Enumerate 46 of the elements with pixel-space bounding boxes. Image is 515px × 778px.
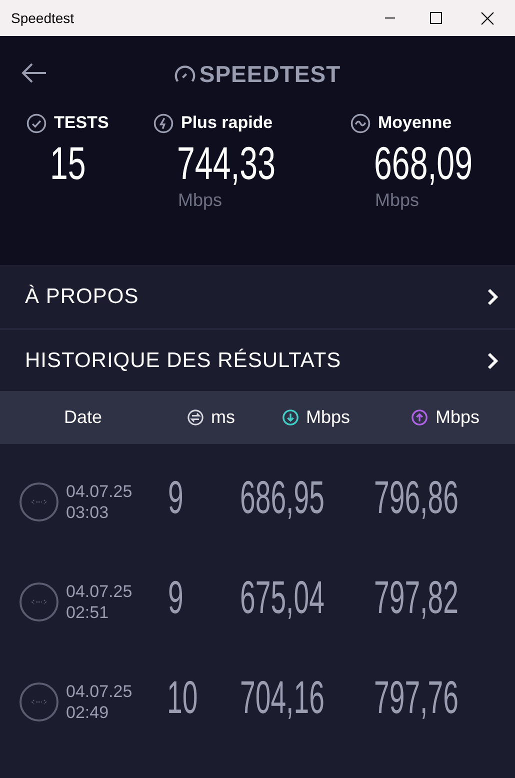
column-header: Mbps [435, 406, 480, 429]
ping-value: 9 [168, 574, 184, 620]
wave-circle-icon [350, 112, 371, 134]
close-icon [480, 12, 494, 24]
stat-value: 15 [50, 140, 87, 186]
download-value: 704,16 [240, 674, 321, 720]
result-date: 04.07.25 [66, 481, 132, 502]
check-circle-icon [26, 112, 47, 134]
chevron-right-icon [487, 352, 499, 370]
stat-unit: Mbps [375, 189, 420, 212]
logo-text: SPEEDTEST [199, 62, 341, 86]
result-row[interactable]: 04.07.25 02:51 9 675,04 797,82 [0, 574, 515, 674]
ping-icon [187, 409, 204, 426]
connection-icon [19, 482, 59, 522]
result-date: 04.07.25 [66, 681, 132, 702]
upload-icon [411, 409, 428, 426]
result-row[interactable]: 04.07.25 02:49 10 704,16 797,76 [0, 674, 515, 774]
stat-label: TESTS [54, 112, 109, 134]
stat-value: 668,09 [374, 140, 472, 186]
column-header: ms [211, 406, 235, 429]
result-time: 02:49 [66, 702, 110, 723]
download-icon [282, 409, 299, 426]
back-arrow-icon [21, 62, 47, 84]
result-time: 03:03 [66, 502, 110, 523]
ping-value: 9 [168, 474, 184, 520]
connection-icon [19, 582, 59, 622]
stat-unit: Mbps [178, 189, 224, 212]
upload-value: 797,76 [374, 674, 459, 720]
result-date: 04.07.25 [66, 581, 132, 602]
maximize-icon [430, 12, 442, 24]
stat-label: Plus rapide [181, 112, 273, 134]
upload-value: 796,86 [374, 474, 459, 520]
result-time: 02:51 [66, 602, 110, 623]
stat-label: Moyenne [378, 112, 452, 134]
download-value: 686,95 [240, 474, 321, 520]
chevron-right-icon [487, 288, 499, 306]
window-title: Speedtest [11, 8, 76, 28]
column-header: Mbps [306, 406, 350, 429]
connection-icon [19, 682, 59, 722]
gauge-icon [174, 64, 196, 84]
lightning-circle-icon [153, 112, 174, 134]
ping-value: 10 [167, 674, 198, 720]
upload-value: 797,82 [374, 574, 459, 620]
column-header: Date [64, 406, 102, 429]
stat-value: 744,33 [177, 140, 276, 186]
result-row[interactable]: 04.07.25 03:03 9 686,95 796,86 [0, 474, 515, 574]
